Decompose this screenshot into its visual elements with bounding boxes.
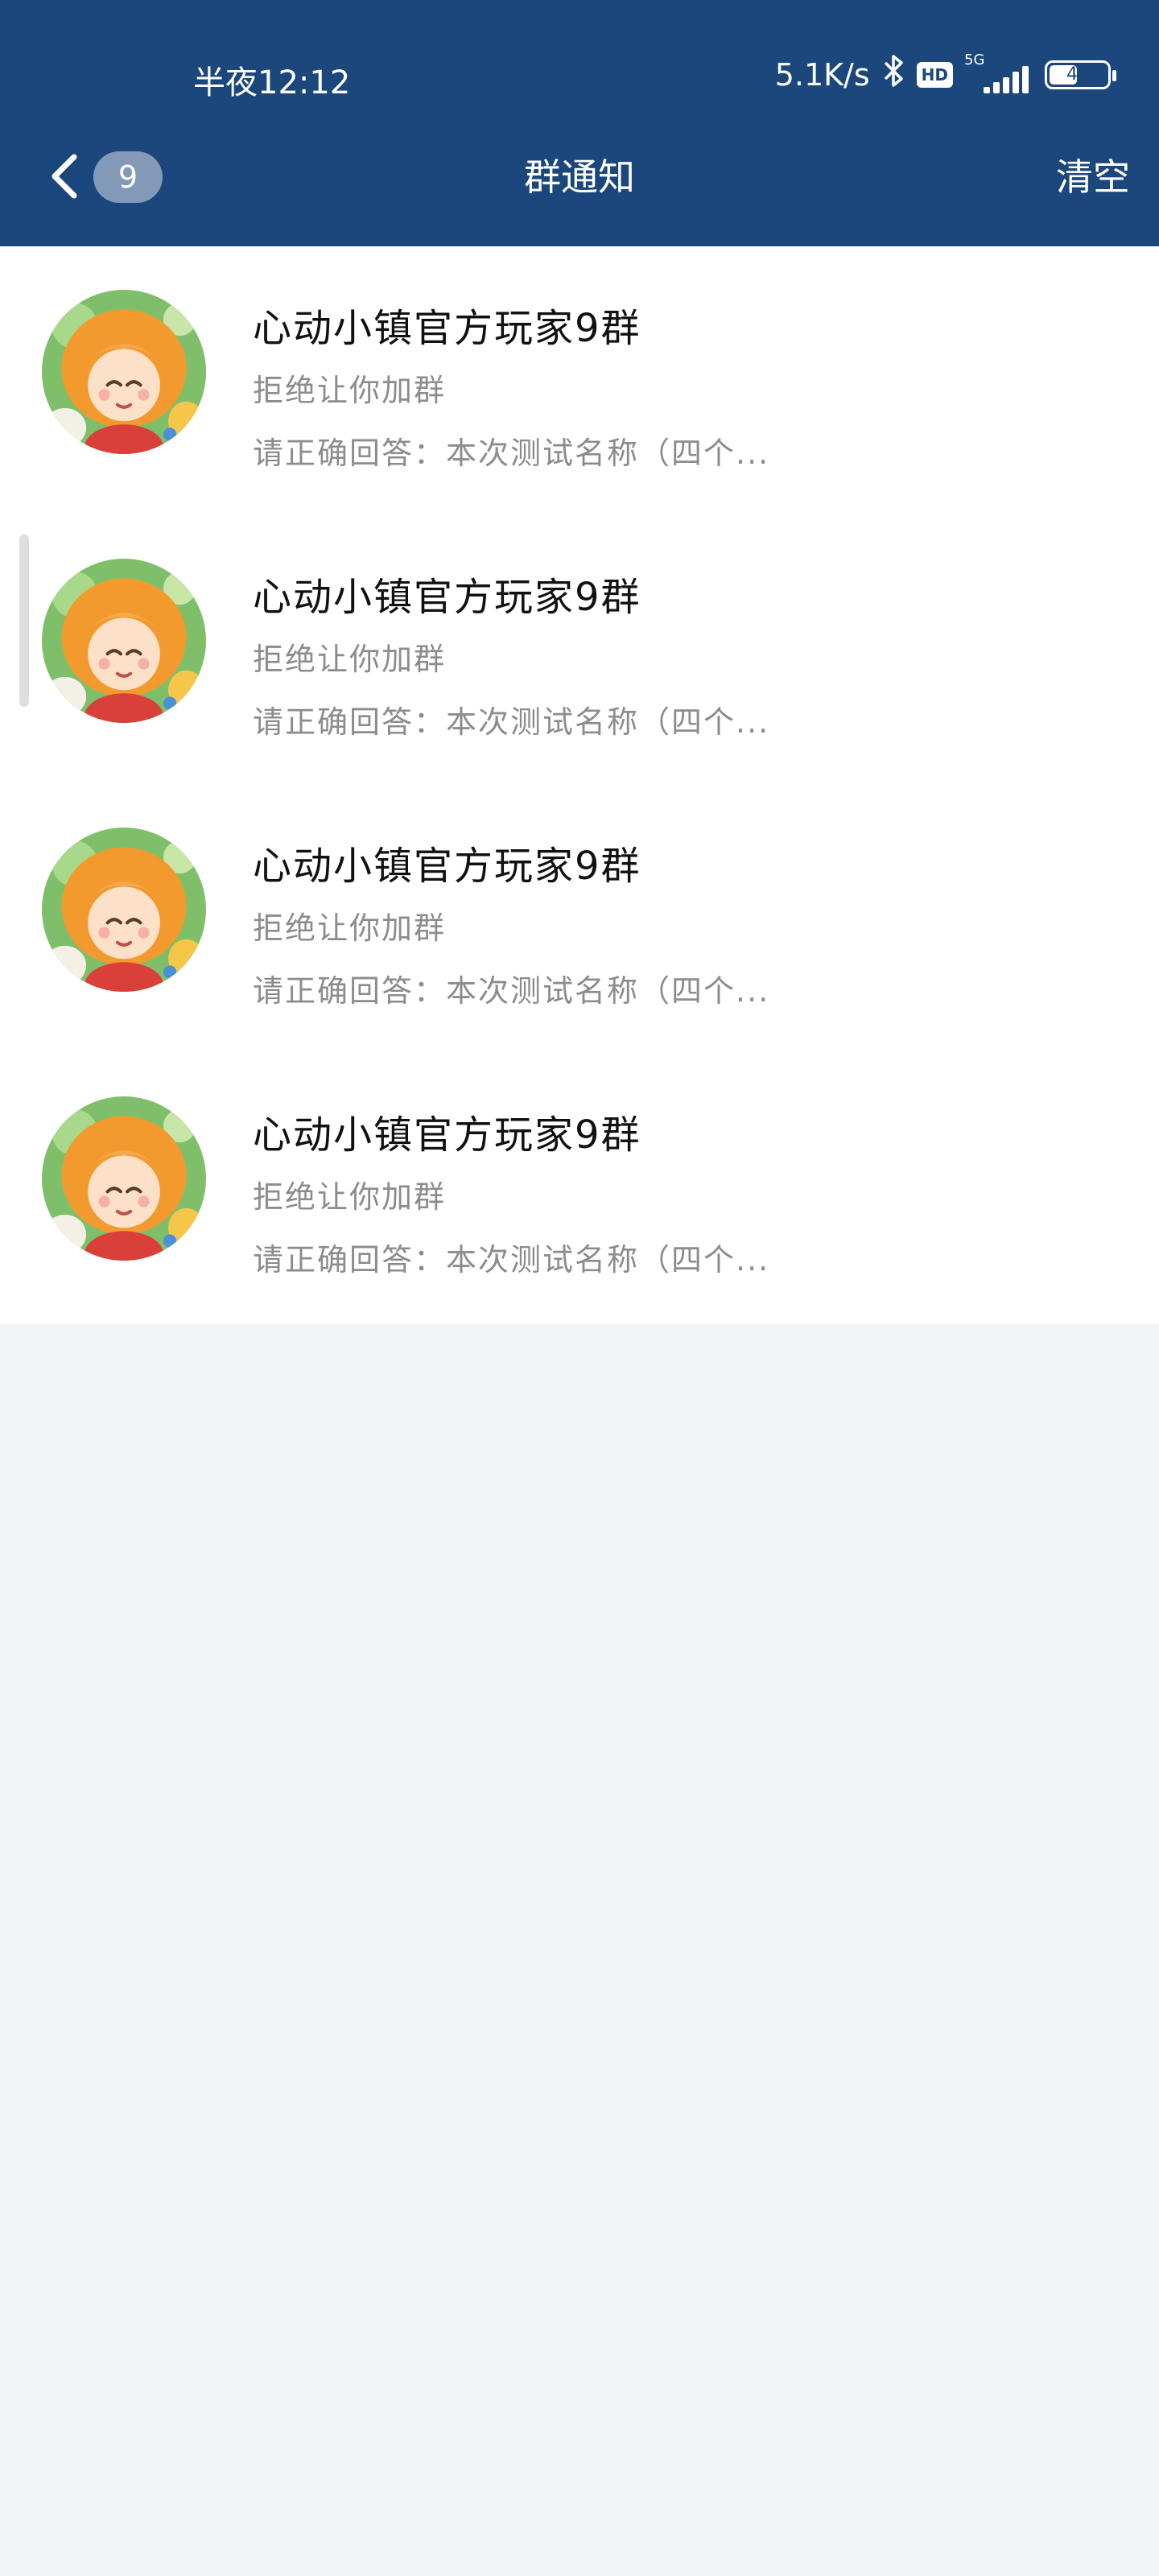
clear-button[interactable]: 清空 <box>1056 148 1130 201</box>
hd-badge: HD <box>916 61 953 88</box>
group-name: 心动小镇官方玩家9群 <box>253 1113 641 1158</box>
notification-answer: 请正确回答：本次测试名称（四个... <box>253 1242 770 1278</box>
notification-item[interactable]: 心动小镇官方玩家9群 拒绝让你加群 请正确回答：本次测试名称（四个... <box>0 515 1159 784</box>
status-time: 半夜12:12 <box>193 64 351 101</box>
notification-item[interactable]: 心动小镇官方玩家9群 拒绝让你加群 请正确回答：本次测试名称（四个... <box>0 1053 1159 1322</box>
notification-answer: 请正确回答：本次测试名称（四个... <box>253 704 770 740</box>
bluetooth-icon <box>881 53 905 96</box>
status-icons: 5.1K/s HD 5G 49 <box>774 51 1116 96</box>
scroll-indicator[interactable] <box>19 535 29 707</box>
net-speed: 5.1K/s <box>774 56 870 93</box>
page-title: 群通知 <box>524 155 635 199</box>
notification-item[interactable]: 心动小镇官方玩家9群 拒绝让你加群 请正确回答：本次测试名称（四个... <box>0 246 1159 515</box>
notification-status: 拒绝让你加群 <box>253 1179 447 1215</box>
battery-percent: 49 <box>1066 64 1089 85</box>
group-name: 心动小镇官方玩家9群 <box>253 575 641 620</box>
signal-icon: 5G <box>964 51 1033 95</box>
group-name: 心动小镇官方玩家9群 <box>253 844 641 889</box>
battery-icon: 49 <box>1045 60 1116 89</box>
group-avatar[interactable] <box>42 1096 206 1261</box>
notification-answer: 请正确回答：本次测试名称（四个... <box>253 436 770 471</box>
notification-item[interactable]: 心动小镇官方玩家9群 拒绝让你加群 请正确回答：本次测试名称（四个... <box>0 784 1159 1053</box>
notification-list: 心动小镇官方玩家9群 拒绝让你加群 请正确回答：本次测试名称（四个... 心动小… <box>0 246 1159 1323</box>
group-name: 心动小镇官方玩家9群 <box>253 306 641 351</box>
group-avatar[interactable] <box>42 290 206 454</box>
network-type: 5G <box>964 51 985 68</box>
top-bar: 半夜12:12 5.1K/s HD 5G 49 9 群通知 清空 <box>0 0 1159 246</box>
group-avatar[interactable] <box>42 828 206 992</box>
group-avatar[interactable] <box>42 559 206 723</box>
notification-status: 拒绝让你加群 <box>253 910 447 946</box>
notification-status: 拒绝让你加群 <box>253 642 447 677</box>
notification-status: 拒绝让你加群 <box>253 373 447 408</box>
notification-answer: 请正确回答：本次测试名称（四个... <box>253 973 770 1009</box>
